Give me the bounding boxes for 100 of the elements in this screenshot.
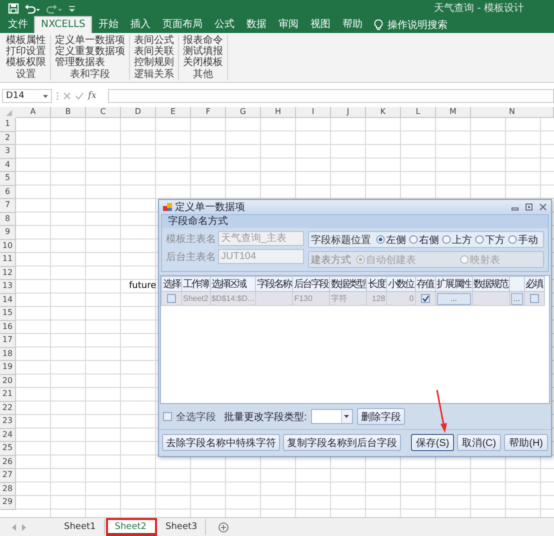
grip-icon[interactable]	[56, 91, 59, 101]
row-header[interactable]: 18	[0, 348, 16, 361]
lightbulb-icon[interactable]	[374, 19, 384, 31]
row-header[interactable]: 19	[0, 361, 16, 374]
dialog-button[interactable]: 复制字段名称到后台字段	[283, 434, 401, 451]
previous-sheet-icon[interactable]	[10, 522, 18, 532]
ribbon-tab[interactable]: 文件	[2, 17, 34, 33]
ribbon-command[interactable]: 表间公式	[134, 35, 174, 46]
column-header[interactable]: I	[296, 107, 331, 118]
radio-button[interactable]	[376, 235, 385, 244]
row-header[interactable]: 22	[0, 402, 16, 415]
row-header[interactable]: 26	[0, 456, 16, 469]
type-dropdown[interactable]	[310, 409, 353, 424]
save-icon[interactable]	[8, 2, 19, 14]
close-icon[interactable]	[539, 202, 547, 210]
ribbon-command[interactable]: 打印设置	[6, 46, 46, 57]
row-header[interactable]: 21	[0, 388, 16, 402]
search-field[interactable]: 操作说明搜索	[387, 18, 448, 32]
insert-function-button[interactable]: fx	[88, 91, 96, 101]
column-header[interactable]: L	[401, 107, 436, 118]
row-header[interactable]: 2	[0, 132, 16, 145]
column-header[interactable]: F	[191, 107, 226, 118]
row-header[interactable]: 29	[0, 496, 16, 510]
sheet-tab[interactable]: Sheet2	[106, 519, 156, 535]
delete-field-button[interactable]: 删除字段	[356, 408, 405, 425]
grid-header[interactable]: 扩展属性	[435, 276, 472, 292]
row-header[interactable]: 28	[0, 482, 16, 496]
checkbox[interactable]	[420, 294, 430, 304]
ribbon-tab[interactable]: 数据	[240, 17, 272, 33]
column-header[interactable]: H	[261, 107, 296, 118]
column-header[interactable]: C	[86, 107, 121, 118]
grid-header[interactable]: 选择	[162, 276, 182, 292]
ribbon-command[interactable]: 报表命令	[183, 35, 223, 46]
radio-label[interactable]: 手动	[518, 232, 538, 246]
grid-header[interactable]: 数据规范	[472, 276, 510, 292]
ellipsis-button[interactable]: ...	[436, 292, 471, 304]
formula-input[interactable]	[108, 89, 554, 103]
row-header[interactable]: 4	[0, 158, 16, 172]
row-header[interactable]: 23	[0, 415, 16, 428]
ribbon-tab[interactable]: NXCELLS	[34, 16, 92, 33]
ribbon-tab[interactable]: 公式	[208, 17, 240, 33]
radio-label[interactable]: 右侧	[419, 232, 439, 246]
row-header[interactable]: 27	[0, 469, 16, 482]
checkbox[interactable]	[530, 294, 539, 304]
ribbon-command[interactable]: 测试填报	[183, 46, 223, 57]
row-header[interactable]: 9	[0, 226, 16, 240]
maximize-icon[interactable]	[525, 202, 533, 210]
column-header[interactable]: N	[471, 107, 554, 118]
row-header[interactable]: 20	[0, 374, 16, 388]
ribbon-command[interactable]: 模板属性	[6, 35, 46, 46]
grid-header[interactable]: 必填	[524, 276, 544, 292]
ribbon-tab[interactable]: 页面布局	[156, 17, 208, 33]
row-header[interactable]: 13	[0, 280, 16, 294]
next-sheet-icon[interactable]	[20, 522, 28, 532]
checkbox[interactable]	[163, 412, 172, 421]
ribbon-command[interactable]: 模板权限	[6, 57, 46, 68]
row-header[interactable]: 15	[0, 307, 16, 320]
row-header[interactable]: 5	[0, 172, 16, 186]
ribbon-tab[interactable]: 插入	[124, 17, 156, 33]
row-header[interactable]: 25	[0, 442, 16, 456]
row-header[interactable]: 14	[0, 294, 16, 307]
grid-header[interactable]: 长度	[366, 276, 387, 292]
ellipsis-button[interactable]: ...	[510, 292, 523, 304]
ribbon-command[interactable]: 关闭模板	[183, 57, 223, 68]
column-header[interactable]: K	[366, 107, 401, 118]
ribbon-command[interactable]: 管理数据表	[55, 57, 125, 68]
ribbon-tab[interactable]: 开始	[92, 17, 124, 33]
column-header[interactable]: E	[156, 107, 191, 118]
grid-header[interactable]: 字段名称	[256, 276, 293, 292]
radio-label[interactable]: 左侧	[386, 232, 406, 246]
checkbox-label[interactable]: 全选字段	[176, 410, 216, 424]
grid-header[interactable]: 后台字段	[292, 276, 330, 292]
radio-button[interactable]	[475, 235, 484, 244]
row-header[interactable]: 8	[0, 212, 16, 226]
ribbon-tab[interactable]: 视图	[304, 17, 336, 33]
grid-header[interactable]: 数据类型	[330, 276, 367, 292]
dialog-button[interactable]: 保存(S)	[410, 434, 454, 451]
row-header[interactable]: 3	[0, 145, 16, 158]
grid-header[interactable]: 小数位	[386, 276, 416, 292]
add-sheet-icon[interactable]	[218, 522, 230, 532]
row-header[interactable]: 12	[0, 266, 16, 280]
sheet-tab[interactable]: Sheet3	[158, 519, 206, 535]
undo-icon[interactable]	[24, 2, 41, 14]
ribbon-command[interactable]: 表间关联	[134, 46, 174, 57]
column-header[interactable]: D	[121, 107, 156, 118]
column-header[interactable]: A	[16, 107, 51, 118]
column-header[interactable]: M	[436, 107, 471, 118]
row-header[interactable]: 11	[0, 253, 16, 266]
radio-label[interactable]: 上方	[452, 232, 472, 246]
grid-header[interactable]: 工作簿	[182, 276, 210, 292]
grid-header[interactable]: 存值	[415, 276, 436, 292]
row-header[interactable]: 10	[0, 240, 16, 253]
row-header[interactable]: 17	[0, 334, 16, 348]
check-icon[interactable]	[75, 92, 84, 100]
column-header[interactable]: G	[226, 107, 261, 118]
row-header[interactable]: 6	[0, 186, 16, 199]
ribbon-command[interactable]: 控制规则	[134, 57, 174, 68]
dialog-button[interactable]: 取消(C)	[457, 434, 502, 451]
ribbon-command[interactable]: 定义单一数据项	[55, 35, 125, 46]
radio-button[interactable]	[409, 235, 418, 244]
